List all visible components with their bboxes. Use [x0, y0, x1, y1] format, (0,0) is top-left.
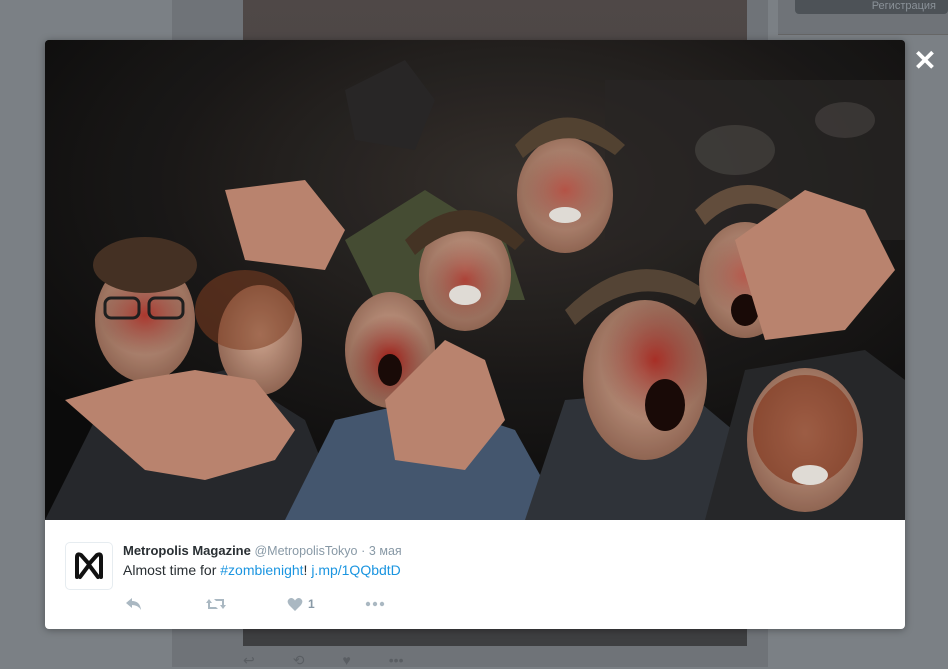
background-signup-button: Регистрация: [795, 0, 948, 14]
bg-reply-icon: ↩: [243, 652, 255, 668]
metropolis-logo-icon: [75, 552, 103, 579]
reply-icon: [126, 598, 141, 610]
author-name[interactable]: Metropolis Magazine: [123, 543, 251, 558]
reply-button[interactable]: [125, 593, 143, 615]
tweet-date[interactable]: 3 мая: [369, 544, 402, 558]
like-button[interactable]: 1: [287, 593, 315, 615]
media-modal: Metropolis Magazine @MetropolisTokyo · 3…: [45, 40, 905, 629]
tweet-details: Metropolis Magazine @MetropolisTokyo · 3…: [45, 520, 905, 629]
bg-retweet-icon: ⟲: [292, 652, 305, 668]
author-handle[interactable]: @MetropolisTokyo: [254, 544, 357, 558]
bg-more-icon: •••: [388, 652, 404, 668]
header-separator: ·: [361, 544, 366, 558]
more-icon: [365, 601, 385, 607]
tweet-photo[interactable]: [45, 40, 905, 520]
heart-icon: [287, 597, 303, 611]
close-modal-button[interactable]: ✕: [911, 47, 939, 76]
bg-heart-icon: ♥: [342, 652, 351, 668]
retweet-button[interactable]: [205, 593, 227, 615]
tweet-text-start: Almost time for: [123, 562, 221, 578]
hashtag-link[interactable]: #zombienight: [220, 562, 303, 578]
background-tweet-actions: ↩ ⟲ ♥ •••: [243, 652, 543, 668]
like-count: 1: [308, 597, 315, 611]
author-avatar[interactable]: [65, 542, 113, 590]
tweet-actions: 1: [123, 593, 423, 615]
tweet-header: Metropolis Magazine @MetropolisTokyo · 3…: [123, 543, 402, 558]
url-link[interactable]: j.mp/1QQbdtD: [311, 562, 400, 578]
retweet-icon: [206, 599, 226, 609]
more-options-button[interactable]: [365, 593, 385, 615]
zombie-group-photo: [45, 40, 905, 520]
tweet-text: Almost time for #zombienight! j.mp/1QQbd…: [123, 562, 401, 578]
